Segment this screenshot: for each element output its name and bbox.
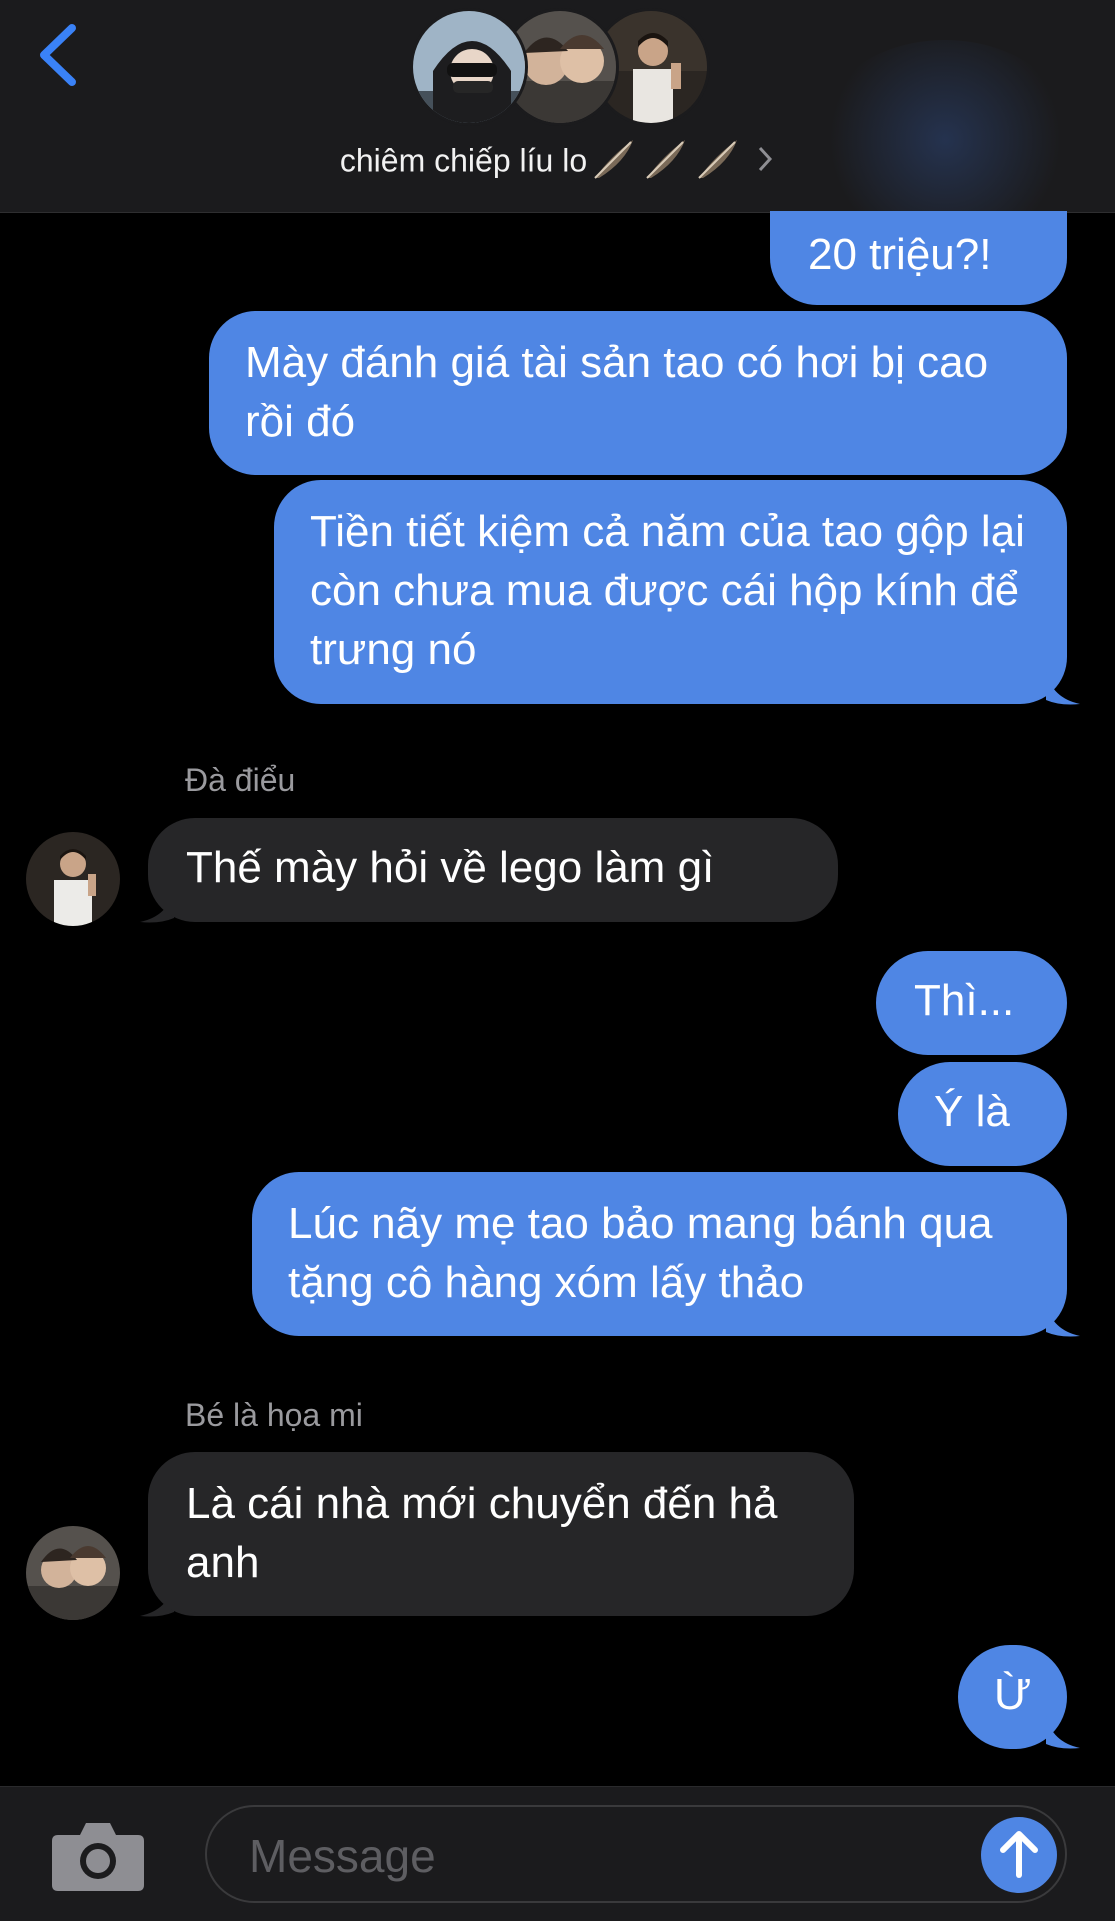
- message-text: Ý là: [934, 1087, 1010, 1136]
- conversation-header: chiêm chiếp líu lo: [0, 0, 1115, 213]
- message-bubble-incoming[interactable]: Thế mày hỏi về lego làm gì: [148, 818, 838, 922]
- message-placeholder: Message: [249, 1830, 436, 1882]
- message-bubble-outgoing[interactable]: Thì...: [876, 951, 1067, 1055]
- message-text: Ừ: [994, 1670, 1032, 1719]
- feather-emoji: [591, 136, 741, 190]
- send-button[interactable]: [981, 1817, 1057, 1893]
- message-text: Lúc nãy mẹ tao bảo mang bánh qua tặng cô…: [288, 1199, 993, 1307]
- message-bubble-outgoing[interactable]: Mày đánh giá tài sản tao có hơi bị cao r…: [209, 311, 1067, 475]
- message-input[interactable]: Message: [205, 1805, 1067, 1903]
- message-text: Thì...: [914, 976, 1015, 1025]
- back-button[interactable]: [32, 20, 92, 90]
- group-avatars[interactable]: [410, 8, 710, 128]
- camera-button[interactable]: [50, 1817, 146, 1898]
- message-bubble-incoming[interactable]: Là cái nhà mới chuyển đến hả anh: [148, 1452, 854, 1616]
- sender-avatar[interactable]: [26, 832, 120, 926]
- message-bubble-outgoing[interactable]: Ý là: [898, 1062, 1067, 1166]
- message-text: Tiền tiết kiệm cả năm của tao gộp lại cò…: [310, 507, 1025, 674]
- feather-icon: [594, 140, 634, 179]
- bubble-tail: [1046, 1716, 1080, 1749]
- message-text: Thế mày hỏi về lego làm gì: [186, 843, 715, 892]
- message-composer: Message: [0, 1786, 1115, 1921]
- feather-icon: [646, 140, 686, 179]
- sender-name: Đà điểu: [185, 762, 296, 798]
- arrow-up-icon: [1000, 1831, 1038, 1878]
- message-text: 20 triệu?!: [808, 230, 992, 279]
- message-text: Là cái nhà mới chuyển đến hả anh: [186, 1479, 778, 1587]
- message-bubble-outgoing[interactable]: Tiền tiết kiệm cả năm của tao gộp lại cò…: [274, 480, 1067, 704]
- chevron-right-icon[interactable]: [755, 144, 775, 182]
- bubble-tail: [1046, 1304, 1080, 1337]
- group-name: chiêm chiếp líu lo: [339, 142, 588, 179]
- avatar-member-1: [410, 8, 528, 126]
- bubble-tail: [1046, 672, 1080, 705]
- sender-name: Bé là họa mi: [185, 1397, 363, 1433]
- feather-icon: [698, 140, 738, 179]
- group-title[interactable]: chiêm chiếp líu lo: [0, 136, 1115, 190]
- message-bubble-outgoing[interactable]: 20 triệu?!: [770, 211, 1067, 305]
- chevron-left-icon: [40, 24, 76, 86]
- message-text: Mày đánh giá tài sản tao có hơi bị cao r…: [245, 338, 989, 446]
- camera-icon: [52, 1823, 144, 1891]
- message-bubble-outgoing[interactable]: Lúc nãy mẹ tao bảo mang bánh qua tặng cô…: [252, 1172, 1067, 1336]
- sender-avatar[interactable]: [26, 1526, 120, 1620]
